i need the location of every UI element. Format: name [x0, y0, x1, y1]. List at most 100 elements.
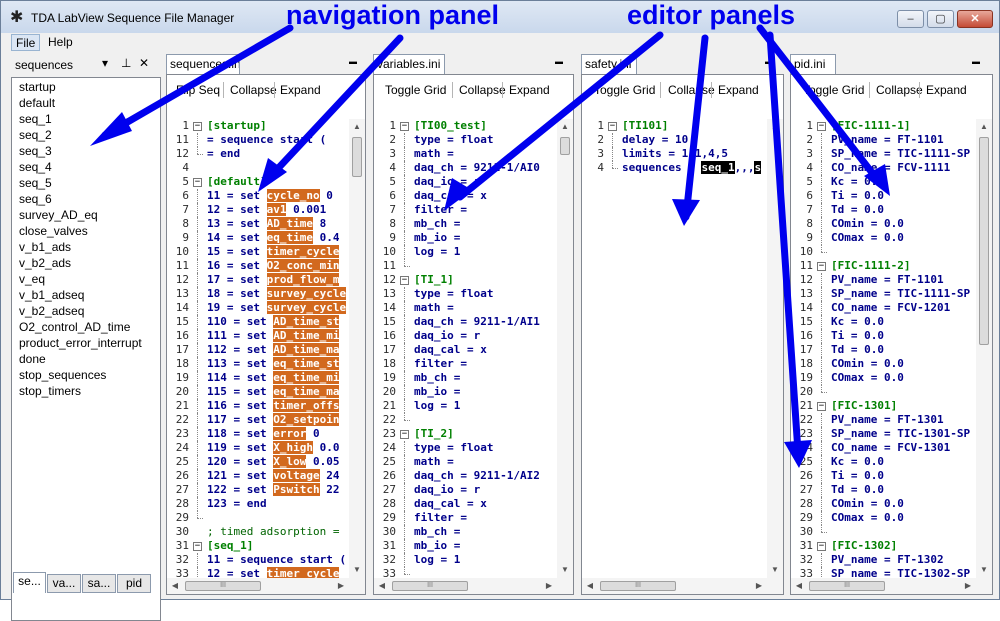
toolbar-button[interactable]: Collapse	[668, 83, 715, 97]
sequence-list-item[interactable]: seq_3	[19, 144, 52, 158]
scroll-thumb[interactable]	[560, 137, 570, 155]
fold-toggle-icon[interactable]: −	[193, 122, 202, 131]
sequence-list[interactable]: startup default seq_1 seq_2 seq_3 seq_4 seq_5s…	[11, 77, 161, 621]
sequence-list-item[interactable]: product_error_interrupt	[19, 336, 142, 350]
scroll-thumb[interactable]: III	[185, 581, 261, 591]
editor-tab[interactable]: pid.ini	[790, 54, 836, 74]
sequence-list-item[interactable]: v_b1_ads	[19, 240, 71, 254]
editor-tab[interactable]: variables.ini	[373, 54, 445, 74]
sequence-list-item[interactable]: seq_2	[19, 128, 52, 142]
scroll-left-icon[interactable]: ◀	[791, 578, 807, 594]
navigation-tab[interactable]: se...	[13, 572, 46, 593]
sequence-list-item[interactable]: O2_control_AD_time	[19, 320, 130, 334]
horizontal-scrollbar[interactable]: ◀ III ▶	[582, 578, 783, 594]
sequence-list-item[interactable]: stop_sequences	[19, 368, 106, 382]
sequence-list-item[interactable]: startup	[19, 80, 56, 94]
fold-toggle-icon[interactable]: −	[817, 402, 826, 411]
menu-file[interactable]: File	[11, 34, 41, 51]
scroll-right-icon[interactable]: ▶	[751, 578, 767, 594]
scroll-thumb[interactable]	[979, 137, 989, 345]
close-button[interactable]: ✕	[957, 10, 993, 28]
sequence-list-item[interactable]: seq_5	[19, 176, 52, 190]
scroll-thumb[interactable]	[352, 137, 362, 177]
scroll-left-icon[interactable]: ◀	[374, 578, 390, 594]
scroll-down-icon[interactable]: ▼	[349, 562, 365, 578]
panel-menu-icon[interactable]: ▬	[349, 57, 357, 66]
sequence-list-item[interactable]: v_b2_adseq	[19, 304, 84, 318]
sequence-list-item[interactable]: stop_timers	[19, 384, 81, 398]
scroll-left-icon[interactable]: ◀	[582, 578, 598, 594]
sequence-list-item[interactable]: v_b1_adseq	[19, 288, 84, 302]
panel-menu-icon[interactable]: ▬	[765, 57, 773, 66]
pin-icon[interactable]: ⊥	[121, 56, 131, 70]
menu-help[interactable]: Help	[44, 34, 77, 51]
toolbar-button[interactable]: Toggle Grid	[803, 83, 864, 97]
scroll-right-icon[interactable]: ▶	[960, 578, 976, 594]
scroll-right-icon[interactable]: ▶	[541, 578, 557, 594]
minimize-button[interactable]: –	[897, 10, 924, 28]
sequence-list-item[interactable]: v_eq	[19, 272, 45, 286]
scroll-up-icon[interactable]: ▲	[976, 119, 992, 135]
panel-menu-icon[interactable]: ▬	[972, 57, 980, 66]
editor-tab[interactable]: safety.ini	[581, 54, 637, 74]
toolbar-button[interactable]: Flip Seq	[176, 83, 220, 97]
fold-toggle-icon[interactable]: −	[400, 276, 409, 285]
scroll-down-icon[interactable]: ▼	[976, 562, 992, 578]
editor-tab[interactable]: sequences.ini	[166, 54, 240, 74]
navigation-tab[interactable]: pid	[117, 574, 151, 593]
maximize-button[interactable]: ▢	[927, 10, 954, 28]
code-editor[interactable]: 1− [startup] 11 = sequence start (12 = end 4 5…	[167, 119, 349, 578]
toolbar-button[interactable]: Toggle Grid	[385, 83, 446, 97]
navigation-tab[interactable]: sa...	[82, 574, 116, 593]
scroll-up-icon[interactable]: ▲	[349, 119, 365, 135]
sequence-list-item[interactable]: survey_AD_eq	[19, 208, 98, 222]
fold-toggle-icon[interactable]: −	[193, 542, 202, 551]
fold-toggle-icon[interactable]: −	[400, 122, 409, 131]
code-editor[interactable]: 1− [TI101] 2 delay = 10 3 limits = 1,1,4,5 4 se…	[582, 119, 767, 578]
toolbar-button[interactable]: Expand	[926, 83, 967, 97]
fold-toggle-icon[interactable]: −	[817, 542, 826, 551]
panel-menu-icon[interactable]: ▬	[555, 57, 563, 66]
horizontal-scrollbar[interactable]: ◀ III ▶	[167, 578, 365, 594]
toolbar-button[interactable]: Collapse	[230, 83, 277, 97]
line-number: 14	[175, 301, 189, 314]
vertical-scrollbar[interactable]: ▲ ▼	[767, 119, 783, 578]
code-editor[interactable]: 1− [TI00_test] 2 type = float 3 math = 4 daq_ch…	[374, 119, 557, 578]
sequence-list-item[interactable]: default	[19, 96, 55, 110]
sequence-list-item[interactable]: done	[19, 352, 46, 366]
toolbar-button[interactable]: Expand	[718, 83, 759, 97]
scroll-thumb[interactable]: III	[809, 581, 885, 591]
fold-toggle-icon[interactable]: −	[817, 122, 826, 131]
scroll-down-icon[interactable]: ▼	[557, 562, 573, 578]
toolbar-button[interactable]: Expand	[280, 83, 321, 97]
sequence-list-item[interactable]: seq_1	[19, 112, 52, 126]
sequence-list-item[interactable]: seq_4	[19, 160, 52, 174]
fold-toggle-icon[interactable]: −	[608, 122, 617, 131]
toolbar-button[interactable]: Collapse	[459, 83, 506, 97]
navigation-close-icon[interactable]: ✕	[139, 56, 149, 70]
navigation-dropdown-icon[interactable]: ▾	[102, 56, 108, 70]
navigation-tab[interactable]: va...	[47, 574, 81, 593]
sequence-list-item[interactable]: seq_6	[19, 192, 52, 206]
scroll-right-icon[interactable]: ▶	[333, 578, 349, 594]
fold-toggle-icon[interactable]: −	[817, 262, 826, 271]
scroll-left-icon[interactable]: ◀	[167, 578, 183, 594]
horizontal-scrollbar[interactable]: ◀ III ▶	[374, 578, 573, 594]
vertical-scrollbar[interactable]: ▲ ▼	[976, 119, 992, 578]
fold-toggle-icon[interactable]: −	[193, 178, 202, 187]
toolbar-button[interactable]: Toggle Grid	[594, 83, 655, 97]
vertical-scrollbar[interactable]: ▲ ▼	[349, 119, 365, 578]
toolbar-button[interactable]: Expand	[509, 83, 550, 97]
fold-toggle-icon[interactable]: −	[400, 430, 409, 439]
scroll-thumb[interactable]: III	[392, 581, 468, 591]
toolbar-button[interactable]: Collapse	[876, 83, 923, 97]
sequence-list-item[interactable]: v_b2_ads	[19, 256, 71, 270]
scroll-up-icon[interactable]: ▲	[767, 119, 783, 135]
horizontal-scrollbar[interactable]: ◀ III ▶	[791, 578, 992, 594]
code-editor[interactable]: 1− [FIC-1111-1] 2 PV_name = FT-1101 3 SP_name…	[791, 119, 976, 578]
scroll-up-icon[interactable]: ▲	[557, 119, 573, 135]
scroll-thumb[interactable]: III	[600, 581, 676, 591]
scroll-down-icon[interactable]: ▼	[767, 562, 783, 578]
vertical-scrollbar[interactable]: ▲ ▼	[557, 119, 573, 578]
sequence-list-item[interactable]: close_valves	[19, 224, 88, 238]
